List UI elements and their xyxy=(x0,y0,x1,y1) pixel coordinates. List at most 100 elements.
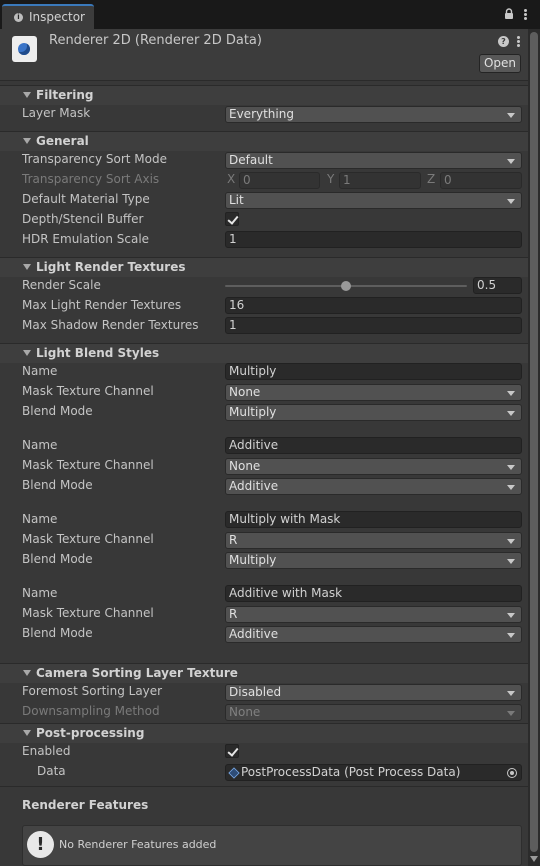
blend-style-name-field[interactable]: Multiply xyxy=(225,363,522,380)
post-enabled-checkbox[interactable] xyxy=(225,744,239,758)
window-menu-icon[interactable] xyxy=(524,9,528,21)
blend-mode-label: Blend Mode xyxy=(22,552,93,566)
dropdown-arrow-icon xyxy=(507,485,515,490)
renderer-features-title: Renderer Features xyxy=(22,798,149,812)
helpbox-message: No Renderer Features added xyxy=(59,838,217,851)
vertical-scrollbar[interactable] xyxy=(528,29,540,866)
dropdown-arrow-icon xyxy=(507,539,515,544)
material-type-dropdown[interactable]: Lit xyxy=(225,192,522,209)
depth-stencil-label: Depth/Stencil Buffer xyxy=(22,212,144,226)
dropdown-arrow-icon xyxy=(507,199,515,204)
sort-mode-label: Transparency Sort Mode xyxy=(22,152,167,166)
max-shadow-textures-field[interactable]: 1 xyxy=(225,317,522,334)
material-type-label: Default Material Type xyxy=(22,192,150,206)
depth-stencil-checkbox[interactable] xyxy=(225,212,239,226)
blend-mode-dropdown[interactable]: Additive xyxy=(225,478,522,495)
blend-style-name-label: Name xyxy=(22,438,58,452)
render-scale-field[interactable]: 0.5 xyxy=(473,277,522,294)
blend-style-name-label: Name xyxy=(22,364,58,378)
blend-style-name-field[interactable]: Additive with Mask xyxy=(225,585,522,602)
axis-z-label: Z xyxy=(427,172,436,186)
info-exclamation-icon: ! xyxy=(27,831,54,858)
mask-channel-dropdown[interactable]: R xyxy=(225,532,522,549)
dropdown-value: R xyxy=(229,607,238,621)
section-light-render-textures[interactable]: Light Render Textures xyxy=(0,257,528,277)
dropdown-value: R xyxy=(229,533,238,547)
layer-mask-dropdown[interactable]: Everything xyxy=(225,106,522,123)
renderer-asset-icon xyxy=(12,36,37,62)
section-title: Light Blend Styles xyxy=(36,346,160,360)
sort-axis-label: Transparency Sort Axis xyxy=(22,172,160,186)
mask-channel-label: Mask Texture Channel xyxy=(22,384,154,398)
layer-mask-label: Layer Mask xyxy=(22,106,91,120)
foldout-arrow-icon xyxy=(23,264,31,270)
mask-channel-label: Mask Texture Channel xyxy=(22,532,154,546)
post-data-object-field[interactable]: PostProcessData (Post Process Data) xyxy=(225,764,522,781)
mask-channel-dropdown[interactable]: None xyxy=(225,384,522,401)
dropdown-value: None xyxy=(229,705,261,719)
mask-channel-label: Mask Texture Channel xyxy=(22,458,154,472)
dropdown-value: Disabled xyxy=(229,685,282,699)
dropdown-arrow-icon xyxy=(507,411,515,416)
max-light-textures-field[interactable]: 16 xyxy=(225,297,522,314)
axis-x-field: 0 xyxy=(239,172,320,189)
info-icon: i xyxy=(14,13,23,22)
inspector-header: Renderer 2D (Renderer 2D Data) ? Open xyxy=(0,29,528,81)
dropdown-value: Multiply xyxy=(229,553,277,567)
render-scale-label: Render Scale xyxy=(22,278,101,292)
blend-mode-dropdown[interactable]: Multiply xyxy=(225,404,522,421)
dropdown-arrow-icon xyxy=(507,613,515,618)
scrollbar-thumb[interactable] xyxy=(530,32,538,852)
foremost-layer-dropdown[interactable]: Disabled xyxy=(225,684,522,701)
foldout-arrow-icon xyxy=(23,138,31,144)
mask-channel-dropdown[interactable]: None xyxy=(225,458,522,475)
section-light-blend-styles[interactable]: Light Blend Styles xyxy=(0,343,528,363)
section-general[interactable]: General xyxy=(0,131,528,151)
blend-style-name-label: Name xyxy=(22,586,58,600)
dropdown-arrow-icon xyxy=(507,391,515,396)
axis-x-label: X xyxy=(227,172,236,186)
dropdown-arrow-icon xyxy=(507,465,515,470)
tab-inspector-label: Inspector xyxy=(29,10,85,24)
asset-title: Renderer 2D (Renderer 2D Data) xyxy=(49,33,262,48)
post-enabled-label: Enabled xyxy=(22,744,71,758)
dropdown-value: Lit xyxy=(229,193,244,207)
lock-icon[interactable] xyxy=(504,8,514,20)
dropdown-arrow-icon xyxy=(507,633,515,638)
section-title: Post-processing xyxy=(36,726,145,740)
max-light-textures-label: Max Light Render Textures xyxy=(22,298,182,312)
foldout-arrow-icon xyxy=(23,730,31,736)
blend-mode-dropdown[interactable]: Additive xyxy=(225,626,522,643)
foldout-arrow-icon xyxy=(23,92,31,98)
mask-channel-dropdown[interactable]: R xyxy=(225,606,522,623)
window-tab-bar: i Inspector xyxy=(0,0,540,29)
hdr-scale-label: HDR Emulation Scale xyxy=(22,232,150,246)
dropdown-arrow-icon xyxy=(507,691,515,696)
blend-style-name-label: Name xyxy=(22,512,58,526)
help-icon[interactable]: ? xyxy=(498,36,509,47)
dropdown-value: Everything xyxy=(229,107,294,121)
render-scale-slider-handle[interactable] xyxy=(341,281,351,291)
tab-inspector[interactable]: i Inspector xyxy=(2,4,94,29)
blend-mode-dropdown[interactable]: Multiply xyxy=(225,552,522,569)
object-picker-icon[interactable] xyxy=(507,768,517,778)
section-title: Filtering xyxy=(36,88,94,102)
dropdown-arrow-icon xyxy=(507,113,515,118)
section-post-processing[interactable]: Post-processing xyxy=(0,723,528,743)
section-filtering[interactable]: Filtering xyxy=(0,85,528,105)
post-data-label: Data xyxy=(37,764,66,778)
divider xyxy=(0,786,528,787)
axis-z-field: 0 xyxy=(440,172,522,189)
open-button[interactable]: Open xyxy=(479,54,521,73)
max-shadow-textures-label: Max Shadow Render Textures xyxy=(22,318,199,332)
section-title: Camera Sorting Layer Texture xyxy=(36,666,238,680)
component-menu-icon[interactable] xyxy=(517,36,520,48)
blend-style-name-field[interactable]: Additive xyxy=(225,437,522,454)
section-camera-sorting[interactable]: Camera Sorting Layer Texture xyxy=(0,663,528,683)
hdr-scale-field[interactable]: 1 xyxy=(225,231,522,248)
scroll-down-arrow-icon[interactable] xyxy=(530,856,538,862)
sort-mode-dropdown[interactable]: Default xyxy=(225,152,522,169)
blend-style-name-field[interactable]: Multiply with Mask xyxy=(225,511,522,528)
dropdown-value: None xyxy=(229,385,261,399)
section-title: Light Render Textures xyxy=(36,260,186,274)
